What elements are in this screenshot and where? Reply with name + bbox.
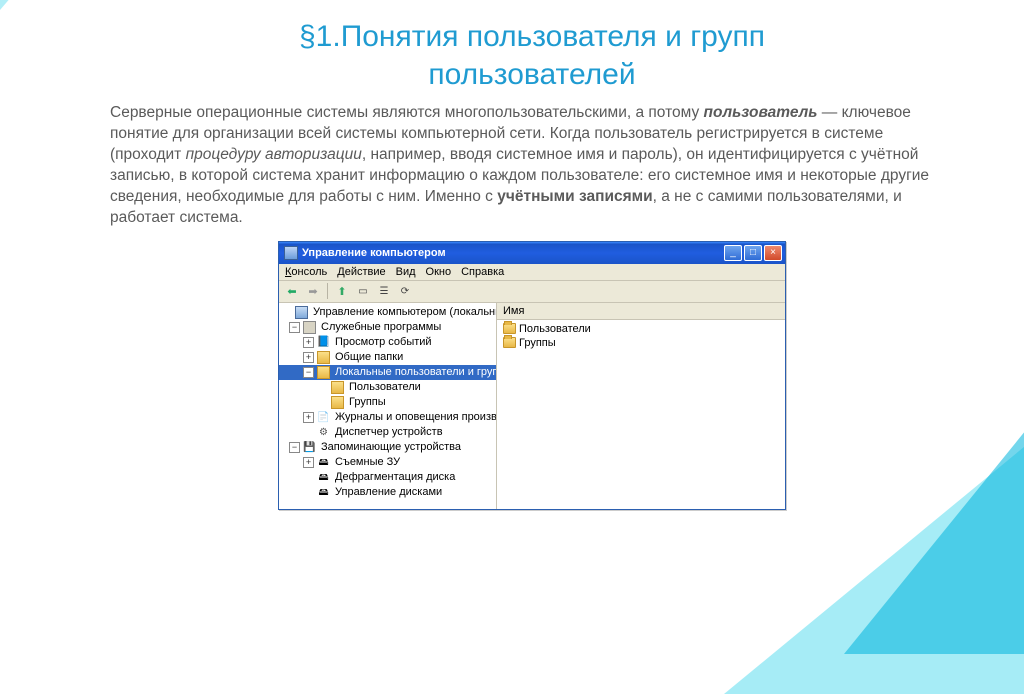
title-line-1: §1.Понятия пользователя и групп <box>299 20 765 53</box>
menu-help[interactable]: Справка <box>461 266 504 278</box>
toolbar <box>279 281 785 303</box>
title-line-2: пользователей <box>428 58 635 91</box>
expand-icon[interactable]: + <box>303 337 314 348</box>
tree-storage[interactable]: − Запоминающие устройства <box>279 440 496 455</box>
tree-shared-label: Общие папки <box>333 350 405 365</box>
minimize-button[interactable]: _ <box>724 245 742 261</box>
tree-pane: Управление компьютером (локальным) − Слу… <box>279 303 497 509</box>
computer-icon <box>295 306 308 319</box>
menu-window[interactable]: Окно <box>426 266 452 278</box>
tree-perflogs-label: Журналы и оповещения производитель <box>333 410 497 425</box>
collapse-icon[interactable]: − <box>289 442 300 453</box>
window-icon <box>284 246 298 260</box>
expand-icon[interactable]: + <box>303 412 314 423</box>
slide-paragraph: Серверные операционные системы являются … <box>110 103 954 229</box>
slide-content: §1.Понятия пользователя и групп пользова… <box>0 0 1024 510</box>
tree-defrag-label: Дефрагментация диска <box>333 470 457 485</box>
expand-icon[interactable]: + <box>303 457 314 468</box>
folder-icon <box>317 366 330 379</box>
nav-forward-button[interactable] <box>304 282 322 300</box>
folder-icon <box>331 396 344 409</box>
show-hide-tree-button[interactable] <box>354 282 372 300</box>
tree-users-label: Пользователи <box>347 380 423 395</box>
list-pane: Имя Пользователи Группы <box>497 303 785 509</box>
collapse-icon[interactable]: − <box>303 367 314 378</box>
list-body: Пользователи Группы <box>497 320 785 352</box>
menu-action[interactable]: Действие <box>337 266 385 278</box>
list-column-name[interactable]: Имя <box>497 303 785 320</box>
drive-icon <box>317 456 330 469</box>
para-term-auth: процедуру авторизации <box>186 146 362 163</box>
collapse-icon[interactable]: − <box>289 322 300 333</box>
tree-devmgr-label: Диспетчер устройств <box>333 425 445 440</box>
list-item-label: Пользователи <box>519 323 591 335</box>
tree-device-manager[interactable]: Диспетчер устройств <box>279 425 496 440</box>
storage-icon <box>303 441 316 454</box>
menu-console[interactable]: Консоль <box>285 266 327 278</box>
mmc-window: Управление компьютером _ □ × Консоль Дей… <box>278 241 786 510</box>
close-button[interactable]: × <box>764 245 782 261</box>
tree-defrag[interactable]: Дефрагментация диска <box>279 470 496 485</box>
defrag-icon <box>317 471 330 484</box>
tree-groups-label: Группы <box>347 395 388 410</box>
eventlog-icon <box>317 336 330 349</box>
window-content: Управление компьютером (локальным) − Слу… <box>279 303 785 509</box>
folder-icon <box>331 381 344 394</box>
menu-console-label: онсоль <box>291 266 327 278</box>
tree-users[interactable]: Пользователи <box>279 380 496 395</box>
para-term-accounts: учётными записями <box>497 188 652 205</box>
tree-shared[interactable]: + Общие папки <box>279 350 496 365</box>
menu-view[interactable]: Вид <box>396 266 416 278</box>
nav-back-button[interactable] <box>283 282 301 300</box>
window-title: Управление компьютером <box>302 247 724 259</box>
menu-bar: Консоль Действие Вид Окно Справка <box>279 264 785 281</box>
tree-root[interactable]: Управление компьютером (локальным) <box>279 305 496 320</box>
tree-diskmgmt-label: Управление дисками <box>333 485 444 500</box>
tree-groups[interactable]: Группы <box>279 395 496 410</box>
folder-icon <box>503 337 516 348</box>
slide-title: §1.Понятия пользователя и групп пользова… <box>110 18 954 93</box>
tools-icon <box>303 321 316 334</box>
list-item-label: Группы <box>519 337 556 349</box>
tree-events-label: Просмотр событий <box>333 335 434 350</box>
folder-icon <box>503 323 516 334</box>
tree: Управление компьютером (локальным) − Слу… <box>279 305 496 500</box>
window-buttons: _ □ × <box>724 245 782 261</box>
tree-services[interactable]: − Служебные программы <box>279 320 496 335</box>
expand-icon[interactable]: + <box>303 352 314 363</box>
properties-button[interactable] <box>375 282 393 300</box>
tree-local-users-groups[interactable]: − Локальные пользователи и группы <box>279 365 496 380</box>
tree-events[interactable]: + Просмотр событий <box>279 335 496 350</box>
toolbar-separator <box>327 283 328 299</box>
disk-icon <box>317 486 330 499</box>
tree-removable[interactable]: + Съемные ЗУ <box>279 455 496 470</box>
refresh-button[interactable] <box>396 282 414 300</box>
para-seg-1: Серверные операционные системы являются … <box>110 104 704 121</box>
folder-icon <box>317 351 330 364</box>
tree-storage-label: Запоминающие устройства <box>319 440 463 455</box>
gear-icon <box>317 426 330 439</box>
maximize-button[interactable]: □ <box>744 245 762 261</box>
tree-perflogs[interactable]: + Журналы и оповещения производитель <box>279 410 496 425</box>
tree-root-label: Управление компьютером (локальным) <box>311 305 497 320</box>
tree-local-users-label: Локальные пользователи и группы <box>333 365 497 380</box>
tree-services-label: Служебные программы <box>319 320 443 335</box>
tree-diskmgmt[interactable]: Управление дисками <box>279 485 496 500</box>
log-icon <box>317 411 330 424</box>
window-titlebar[interactable]: Управление компьютером _ □ × <box>279 242 785 264</box>
tree-removable-label: Съемные ЗУ <box>333 455 402 470</box>
list-item[interactable]: Пользователи <box>501 322 781 336</box>
para-term-user: пользователь <box>704 104 818 121</box>
nav-up-button[interactable] <box>333 282 351 300</box>
list-item[interactable]: Группы <box>501 336 781 350</box>
